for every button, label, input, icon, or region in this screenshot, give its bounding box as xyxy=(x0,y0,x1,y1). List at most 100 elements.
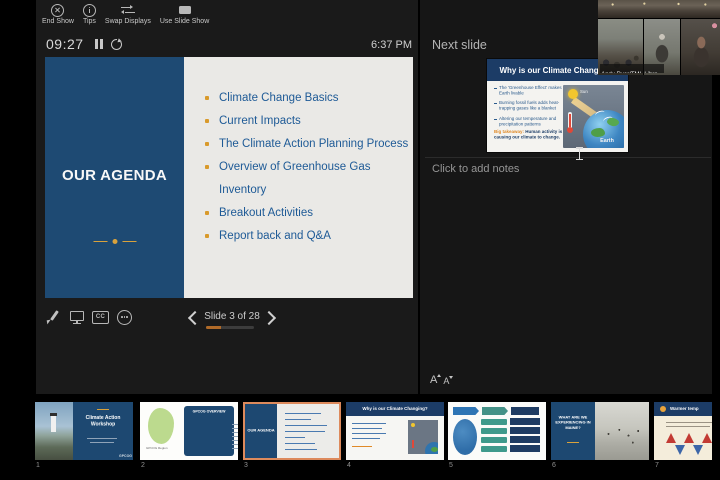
bullet-text: Climate Change Basics xyxy=(219,91,339,104)
end-show-label: End Show xyxy=(42,18,74,25)
next-slide-takeaway: Big takeaway: Human activity is causing … xyxy=(494,129,564,151)
more-options-button[interactable] xyxy=(117,309,132,325)
bullet-item: Climate Change Basics xyxy=(205,86,408,109)
down-caret-icon xyxy=(449,376,454,379)
bullet-marker xyxy=(205,210,209,215)
bullet-item-continuation: Inventory xyxy=(205,178,408,201)
presenter-view-screen: End Show Tips Swap Displays Use Slide Sh… xyxy=(0,0,720,480)
thumb-logo-text: GPCOG xyxy=(119,454,133,459)
video-call-overlay: Andy Ryer/TML Libra... xyxy=(598,0,720,75)
slide-number: 5 xyxy=(449,462,453,469)
thumb-title: OUR AGENDA xyxy=(247,428,275,433)
bullet-marker xyxy=(205,95,209,100)
beach-photo xyxy=(595,402,649,460)
slide-number: 7 xyxy=(655,462,659,469)
slide-position-label: Slide 3 of 28 xyxy=(204,311,260,322)
thumb-title: WHAT ARE WE EXPERIENCING IN MAINE? xyxy=(555,415,591,430)
closed-captions-button[interactable]: CC xyxy=(92,310,109,324)
tips-button[interactable]: Tips xyxy=(82,3,96,25)
current-slide-preview[interactable]: OUR AGENDA Climate Change Basics Current… xyxy=(45,57,413,298)
map-caption: GPCOG Region xyxy=(146,447,168,450)
notes-divider xyxy=(425,157,711,158)
end-show-icon xyxy=(51,3,65,17)
swap-displays-label: Swap Displays xyxy=(104,18,151,25)
bullet-text: Overview of Greenhouse Gas xyxy=(219,160,371,173)
current-time: 6:37 PM xyxy=(371,39,412,51)
slide-content-panel: Climate Change Basics Current Impacts Th… xyxy=(184,57,413,298)
bullet-item: Report back and Q&A xyxy=(205,224,408,247)
filmstrip-slide-5[interactable] xyxy=(448,402,546,460)
bullet-text: Report back and Q&A xyxy=(219,229,331,242)
sun-badge-icon xyxy=(660,406,666,412)
flowchart-oval xyxy=(453,419,477,455)
filmstrip-slide-1[interactable]: Climate Action Workshop GPCOG xyxy=(35,402,133,460)
takeaway-label: Big takeaway: xyxy=(494,129,525,134)
filmstrip-slide-4[interactable]: Why is our Climate Changing? xyxy=(346,402,444,460)
earth-landmass xyxy=(591,128,605,137)
slide-title: OUR AGENDA xyxy=(62,167,167,184)
decrease-font-button[interactable]: A xyxy=(443,374,454,386)
agenda-bullet-list: Climate Change Basics Current Impacts Th… xyxy=(205,86,408,247)
bullet-text: Inventory xyxy=(219,183,267,196)
swap-displays-button[interactable]: Swap Displays xyxy=(105,4,151,25)
filmstrip-slide-7[interactable]: Warmer temp xyxy=(654,402,720,460)
bullet-item: Breakout Activities xyxy=(205,201,408,224)
use-slide-show-label: Use Slide Show xyxy=(159,18,210,25)
thermometer-icon xyxy=(566,112,573,133)
bullet-marker xyxy=(205,141,209,146)
filmstrip-slide-2[interactable]: GPCOG Region GPCOG OVERVIEW xyxy=(140,402,238,460)
next-slide-heading: Next slide xyxy=(432,38,487,52)
greenhouse-illustration: Sun Earth xyxy=(563,85,624,148)
increase-font-button[interactable]: A xyxy=(430,374,442,386)
elapsed-timer: 09:27 xyxy=(46,36,84,52)
thumb-title: Why is our Climate Changing? xyxy=(362,406,428,411)
bullet-text: The Climate Action Planning Process xyxy=(219,137,409,150)
bullet-marker xyxy=(205,233,209,238)
notes-font-controls: A A xyxy=(430,374,454,386)
thumb-title: Climate Action Workshop xyxy=(85,415,121,427)
earth-label: Earth xyxy=(600,137,614,143)
bullet-item: Current Impacts xyxy=(205,109,408,132)
end-show-button[interactable]: End Show xyxy=(42,3,74,25)
bullet-text: Current Impacts xyxy=(219,114,301,127)
bullet-marker xyxy=(205,164,209,169)
use-slide-show-icon xyxy=(178,4,191,16)
presenter-toolbar: End Show Tips Swap Displays Use Slide Sh… xyxy=(42,3,209,25)
slide-number: 2 xyxy=(141,462,145,469)
bullet-text: Breakout Activities xyxy=(219,206,313,219)
lighthouse-photo xyxy=(35,402,73,460)
sun-icon xyxy=(568,89,578,99)
pause-timer-button[interactable] xyxy=(95,39,103,49)
text-cursor xyxy=(576,147,583,160)
filmstrip-slide-6[interactable]: WHAT ARE WE EXPERIENCING IN MAINE? xyxy=(551,402,649,460)
mini-illustration xyxy=(408,420,438,454)
display-settings-button[interactable] xyxy=(70,310,84,325)
sun-label: Sun xyxy=(580,89,588,94)
slide-number: 3 xyxy=(244,462,248,469)
bullet-marker xyxy=(205,118,209,123)
webcam-tile-3[interactable] xyxy=(681,19,720,75)
thumb-title: GPCOG OVERVIEW xyxy=(192,410,226,414)
up-caret-icon xyxy=(437,374,442,377)
filmstrip-slide-3-selected[interactable]: OUR AGENDA xyxy=(243,402,341,460)
use-slide-show-button[interactable]: Use Slide Show xyxy=(160,4,209,25)
title-divider-ornament xyxy=(93,239,136,244)
tips-label: Tips xyxy=(82,18,96,25)
notes-placeholder[interactable]: Click to add notes xyxy=(432,163,519,175)
speaker-name-badge: Andy Ryer/TML Libra... xyxy=(600,64,664,73)
slide-progress-fill xyxy=(206,326,222,329)
pen-tool-button[interactable] xyxy=(46,309,62,325)
tips-icon xyxy=(82,3,96,17)
restart-timer-button[interactable] xyxy=(111,37,123,50)
slide-number: 4 xyxy=(347,462,351,469)
slide-progress-bar xyxy=(206,326,254,329)
swap-displays-icon xyxy=(120,4,135,16)
slide-number: 6 xyxy=(552,462,556,469)
bullet-item: The Climate Action Planning Process xyxy=(205,132,408,155)
webcam-room-wide[interactable] xyxy=(598,0,720,18)
slide-number: 1 xyxy=(36,462,40,469)
bullet-item: Overview of Greenhouse Gas xyxy=(205,155,408,178)
slide-tools: CC xyxy=(46,308,132,326)
region-map-graphic xyxy=(148,408,174,444)
slide-title-panel: OUR AGENDA xyxy=(45,57,184,298)
